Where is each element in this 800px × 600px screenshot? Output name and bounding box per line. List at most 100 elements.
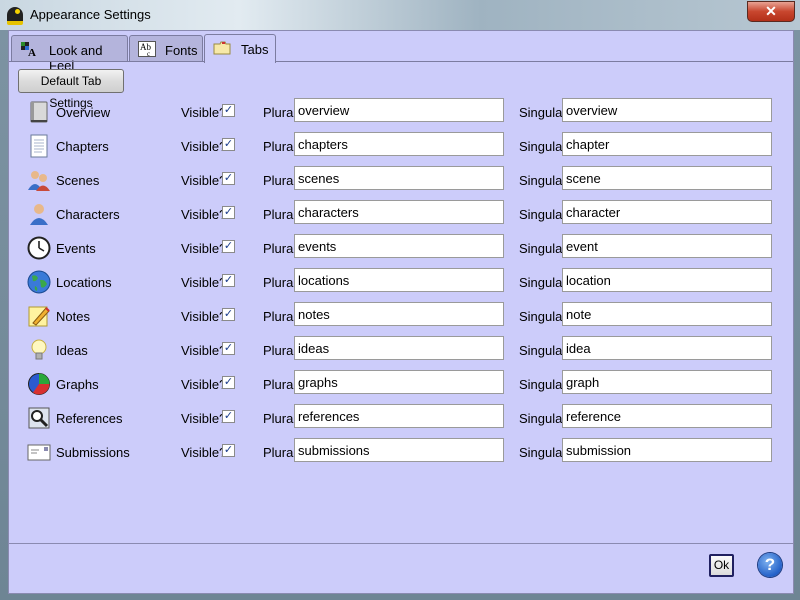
plural-label: Plural — [263, 105, 297, 120]
pie-chart-icon — [28, 373, 50, 395]
appearance-settings-window: Appearance Settings ✕ A Look and Feel Ab… — [0, 0, 800, 600]
plural-input[interactable] — [294, 132, 504, 156]
ok-button[interactable]: Ok — [709, 554, 734, 577]
visible-label: Visible? — [181, 411, 227, 426]
plural-label: Plural — [263, 343, 297, 358]
singular-label: Singular — [519, 139, 567, 154]
window-title: Appearance Settings — [30, 7, 151, 22]
tab-fonts[interactable]: Ab c Fonts — [129, 35, 203, 62]
people-icon — [28, 171, 50, 191]
singular-input[interactable] — [562, 438, 772, 462]
tab-name: Characters — [56, 207, 120, 222]
plural-input[interactable] — [294, 370, 504, 394]
list-item-chapters: Chapters Visible? ✓ Plural Singular — [9, 130, 793, 164]
visible-label: Visible? — [181, 173, 227, 188]
tab-name: Graphs — [56, 377, 99, 392]
visible-label: Visible? — [181, 309, 227, 324]
svg-text:A: A — [28, 47, 36, 57]
visible-label: Visible? — [181, 343, 227, 358]
list-item-characters: Characters Visible? ✓ Plural Singular — [9, 198, 793, 232]
singular-label: Singular — [519, 241, 567, 256]
close-button[interactable]: ✕ — [747, 1, 795, 22]
visible-label: Visible? — [181, 241, 227, 256]
tab-label: Fonts — [165, 43, 198, 58]
footer-divider — [9, 543, 793, 544]
plural-input[interactable] — [294, 166, 504, 190]
singular-label: Singular — [519, 309, 567, 324]
plural-input[interactable] — [294, 336, 504, 360]
singular-input[interactable] — [562, 166, 772, 190]
fonts-icon: Ab c — [138, 41, 156, 57]
list-item-ideas: Ideas Visible? ✓ Plural Singular — [9, 334, 793, 368]
plural-input[interactable] — [294, 404, 504, 428]
plural-input[interactable] — [294, 200, 504, 224]
visible-label: Visible? — [181, 207, 227, 222]
singular-input[interactable] — [562, 132, 772, 156]
visible-label: Visible? — [181, 105, 227, 120]
visible-label: Visible? — [181, 377, 227, 392]
visible-checkbox[interactable]: ✓ — [222, 410, 235, 423]
visible-checkbox[interactable]: ✓ — [222, 444, 235, 457]
help-icon[interactable]: ? — [758, 553, 782, 577]
plural-input[interactable] — [294, 438, 504, 462]
singular-input[interactable] — [562, 302, 772, 326]
plural-input[interactable] — [294, 302, 504, 326]
tab-tabs[interactable]: Tabs — [204, 34, 276, 63]
tab-name: Locations — [56, 275, 112, 290]
tabs-icon — [213, 41, 231, 55]
tab-name: Submissions — [56, 445, 130, 460]
visible-checkbox[interactable]: ✓ — [222, 274, 235, 287]
visible-checkbox[interactable]: ✓ — [222, 342, 235, 355]
note-pencil-icon — [28, 306, 50, 327]
plural-label: Plural — [263, 309, 297, 324]
plural-label: Plural — [263, 275, 297, 290]
singular-label: Singular — [519, 445, 567, 460]
list-item-graphs: Graphs Visible? ✓ Plural Singular — [9, 368, 793, 402]
singular-input[interactable] — [562, 234, 772, 258]
visible-label: Visible? — [181, 139, 227, 154]
plural-input[interactable] — [294, 98, 504, 122]
envelope-icon — [27, 444, 51, 461]
tab-label: Tabs — [241, 42, 269, 57]
tab-name: References — [56, 411, 123, 426]
singular-input[interactable] — [562, 336, 772, 360]
app-icon — [7, 7, 23, 25]
plural-label: Plural — [263, 411, 297, 426]
magnifier-icon — [28, 407, 50, 429]
page-icon — [30, 134, 48, 158]
singular-label: Singular — [519, 105, 567, 120]
visible-checkbox[interactable]: ✓ — [222, 376, 235, 389]
singular-input[interactable] — [562, 370, 772, 394]
list-item-notes: Notes Visible? ✓ Plural Singular — [9, 300, 793, 334]
person-icon — [30, 204, 48, 225]
plural-input[interactable] — [294, 268, 504, 292]
visible-checkbox[interactable]: ✓ — [222, 172, 235, 185]
tab-name: Events — [56, 241, 96, 256]
singular-label: Singular — [519, 173, 567, 188]
plural-label: Plural — [263, 377, 297, 392]
tab-name: Notes — [56, 309, 90, 324]
singular-label: Singular — [519, 275, 567, 290]
singular-input[interactable] — [562, 268, 772, 292]
visible-label: Visible? — [181, 275, 227, 290]
visible-checkbox[interactable]: ✓ — [222, 206, 235, 219]
dialog-body: A Look and Feel Ab c Fonts Tabs Default … — [8, 30, 794, 594]
plural-label: Plural — [263, 241, 297, 256]
list-item-submissions: Submissions Visible? ✓ Plural Singular — [9, 436, 793, 470]
visible-checkbox[interactable]: ✓ — [222, 138, 235, 151]
visible-checkbox[interactable]: ✓ — [222, 104, 235, 117]
singular-label: Singular — [519, 207, 567, 222]
singular-input[interactable] — [562, 200, 772, 224]
plural-input[interactable] — [294, 234, 504, 258]
visible-checkbox[interactable]: ✓ — [222, 240, 235, 253]
default-tab-settings-button[interactable]: Default Tab Settings — [18, 69, 124, 110]
singular-input[interactable] — [562, 98, 772, 122]
singular-input[interactable] — [562, 404, 772, 428]
tab-look-and-feel[interactable]: A Look and Feel — [11, 35, 128, 73]
plural-label: Plural — [263, 173, 297, 188]
tab-name: Overview — [56, 105, 111, 120]
plural-label: Plural — [263, 139, 297, 154]
visible-checkbox[interactable]: ✓ — [222, 308, 235, 321]
tab-name: Chapters — [56, 139, 109, 154]
plural-label: Plural — [263, 445, 297, 460]
